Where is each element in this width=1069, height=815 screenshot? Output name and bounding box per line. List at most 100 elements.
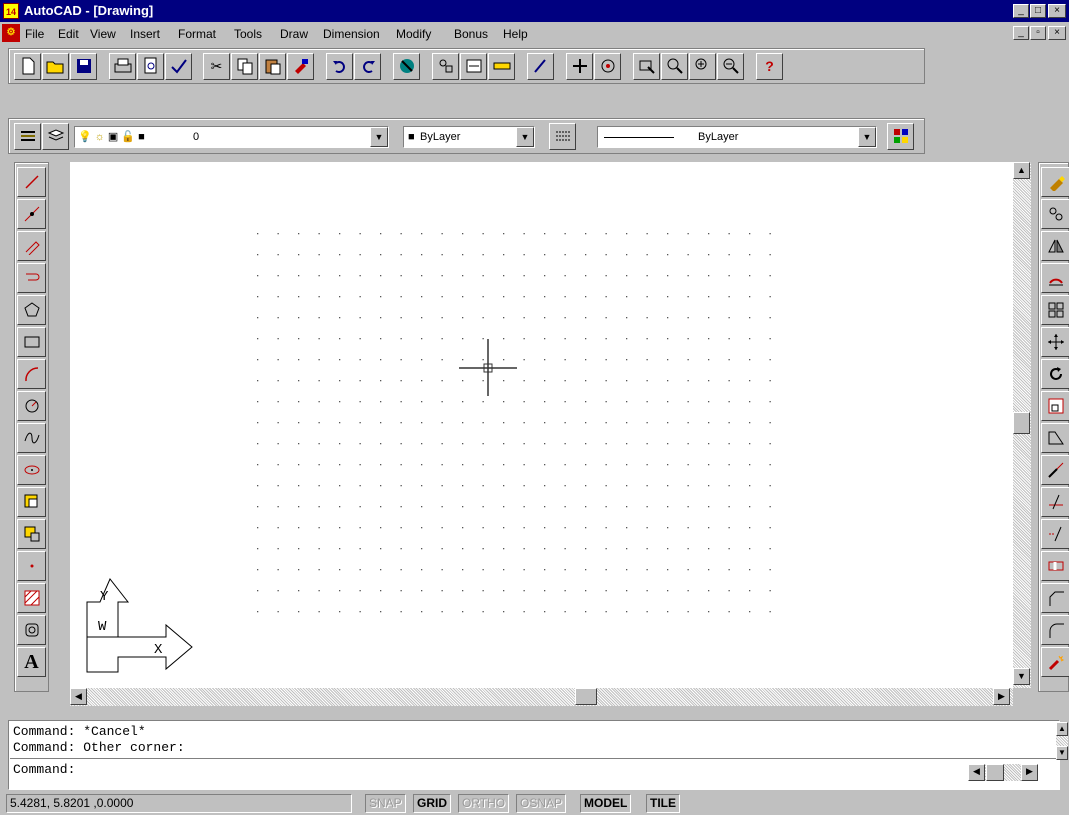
- rectangle-icon[interactable]: [17, 327, 46, 357]
- layer-control-dropdown[interactable]: 💡 ☼ ▣ 🔓 ■ 0 ▼: [74, 126, 389, 148]
- color-control-dropdown[interactable]: ■ ByLayer ▼: [403, 126, 535, 148]
- copy-icon[interactable]: [231, 53, 258, 80]
- ellipse-icon[interactable]: [17, 455, 46, 485]
- zoom-icon[interactable]: [689, 53, 716, 80]
- scroll-up-arrow-icon[interactable]: ▲: [1013, 162, 1030, 179]
- region-icon[interactable]: [17, 615, 46, 645]
- document-icon[interactable]: ⚙: [2, 24, 20, 42]
- hatch-icon[interactable]: [17, 583, 46, 613]
- arc-icon[interactable]: [17, 359, 46, 389]
- properties-icon[interactable]: [887, 123, 914, 150]
- layer-dropdown-arrow-icon[interactable]: ▼: [370, 127, 388, 147]
- horizontal-scroll-thumb[interactable]: [575, 688, 597, 705]
- aerial-view-icon[interactable]: [594, 53, 621, 80]
- chamfer-icon[interactable]: [1041, 583, 1069, 613]
- command-scroll-thumb[interactable]: [986, 764, 1004, 781]
- print-preview-icon[interactable]: [137, 53, 164, 80]
- menu-file[interactable]: File: [25, 26, 44, 42]
- object-snap-icon[interactable]: [432, 53, 459, 80]
- stretch-icon[interactable]: [1041, 423, 1069, 453]
- zoom-realtime-icon[interactable]: [661, 53, 688, 80]
- 3d-polyline-icon[interactable]: [17, 263, 46, 293]
- layers-icon[interactable]: [42, 123, 69, 150]
- polygon-icon[interactable]: [17, 295, 46, 325]
- cut-icon[interactable]: ✂: [203, 53, 230, 80]
- spelling-icon[interactable]: [165, 53, 192, 80]
- offset-icon[interactable]: [1041, 263, 1069, 293]
- menu-view[interactable]: View: [90, 26, 116, 42]
- polyline-icon[interactable]: [17, 231, 46, 261]
- ucs-icon[interactable]: [488, 53, 515, 80]
- rotate-icon[interactable]: [1041, 359, 1069, 389]
- copy-object-icon[interactable]: [1041, 199, 1069, 229]
- menu-bonus[interactable]: Bonus: [454, 26, 488, 42]
- command-scroll-up-arrow-icon[interactable]: ▲: [1056, 722, 1068, 736]
- command-line-area[interactable]: Command: *Cancel* Command: Other corner:…: [10, 722, 1056, 788]
- move-icon[interactable]: [1041, 327, 1069, 357]
- print-icon[interactable]: [109, 53, 136, 80]
- linetype-dropdown-arrow-icon[interactable]: ▼: [858, 127, 876, 147]
- command-scroll-down-arrow-icon[interactable]: ▼: [1056, 746, 1068, 760]
- scroll-left-arrow-icon[interactable]: ◀: [70, 688, 87, 705]
- line-icon[interactable]: [17, 167, 46, 197]
- scroll-down-arrow-icon[interactable]: ▼: [1013, 668, 1030, 685]
- linetype-icon[interactable]: [549, 123, 576, 150]
- construction-line-icon[interactable]: [17, 199, 46, 229]
- tracking-icon[interactable]: [460, 53, 487, 80]
- menu-format[interactable]: Format: [178, 26, 216, 42]
- command-horizontal-scrollbar[interactable]: ◀ ▶: [968, 764, 1038, 781]
- maximize-button[interactable]: □: [1030, 4, 1046, 18]
- vertical-scrollbar[interactable]: ▲ ▼: [1013, 162, 1031, 688]
- menu-help[interactable]: Help: [503, 26, 528, 42]
- menu-draw[interactable]: Draw: [280, 26, 308, 42]
- redraw-icon[interactable]: [527, 53, 554, 80]
- drawing-canvas[interactable]: Y W X: [70, 162, 1031, 688]
- extend-icon[interactable]: [1041, 519, 1069, 549]
- grid-toggle[interactable]: GRID: [413, 794, 451, 813]
- command-prompt[interactable]: Command:: [13, 762, 75, 778]
- erase-icon[interactable]: [1041, 167, 1069, 197]
- array-icon[interactable]: [1041, 295, 1069, 325]
- doc-close-button[interactable]: ×: [1048, 26, 1066, 40]
- color-dropdown-arrow-icon[interactable]: ▼: [516, 127, 534, 147]
- circle-icon[interactable]: [17, 391, 46, 421]
- break-icon[interactable]: [1041, 551, 1069, 581]
- menu-edit[interactable]: Edit: [58, 26, 79, 42]
- snap-toggle[interactable]: SNAP: [365, 794, 406, 813]
- model-toggle[interactable]: MODEL: [580, 794, 632, 813]
- menu-dimension[interactable]: Dimension: [323, 26, 380, 42]
- save-icon[interactable]: [70, 53, 97, 80]
- linetype-control-dropdown[interactable]: ByLayer ▼: [597, 126, 877, 148]
- open-icon[interactable]: [42, 53, 69, 80]
- menu-modify[interactable]: Modify: [396, 26, 431, 42]
- explode-icon[interactable]: [1041, 647, 1069, 677]
- pan-icon[interactable]: [566, 53, 593, 80]
- doc-restore-button[interactable]: ▫: [1030, 26, 1046, 40]
- menu-insert[interactable]: Insert: [130, 26, 160, 42]
- vertical-scroll-thumb[interactable]: [1013, 412, 1030, 434]
- make-object-layer-current-icon[interactable]: [14, 123, 41, 150]
- make-block-icon[interactable]: [17, 519, 46, 549]
- new-icon[interactable]: [14, 53, 41, 80]
- multiline-text-icon[interactable]: A: [17, 647, 46, 677]
- close-button[interactable]: ×: [1048, 4, 1066, 18]
- autocad-app-icon[interactable]: 14: [3, 3, 19, 19]
- horizontal-scrollbar[interactable]: ◀ ▶: [70, 688, 1013, 706]
- zoom-previous-icon[interactable]: [717, 53, 744, 80]
- paste-icon[interactable]: [259, 53, 286, 80]
- undo-icon[interactable]: [326, 53, 353, 80]
- zoom-window-icon[interactable]: [633, 53, 660, 80]
- fillet-icon[interactable]: [1041, 615, 1069, 645]
- minimize-button[interactable]: _: [1013, 4, 1029, 18]
- command-scroll-left-arrow-icon[interactable]: ◀: [968, 764, 985, 781]
- lengthen-icon[interactable]: [1041, 455, 1069, 485]
- trim-icon[interactable]: [1041, 487, 1069, 517]
- point-icon[interactable]: [17, 551, 46, 581]
- tile-toggle[interactable]: TILE: [646, 794, 680, 813]
- redo-icon[interactable]: [354, 53, 381, 80]
- command-scroll-right-arrow-icon[interactable]: ▶: [1021, 764, 1038, 781]
- title-bar[interactable]: 14 AutoCAD - [Drawing] _ □ ×: [0, 0, 1069, 22]
- insert-block-icon[interactable]: [17, 487, 46, 517]
- help-icon[interactable]: ?: [756, 53, 783, 80]
- scale-icon[interactable]: [1041, 391, 1069, 421]
